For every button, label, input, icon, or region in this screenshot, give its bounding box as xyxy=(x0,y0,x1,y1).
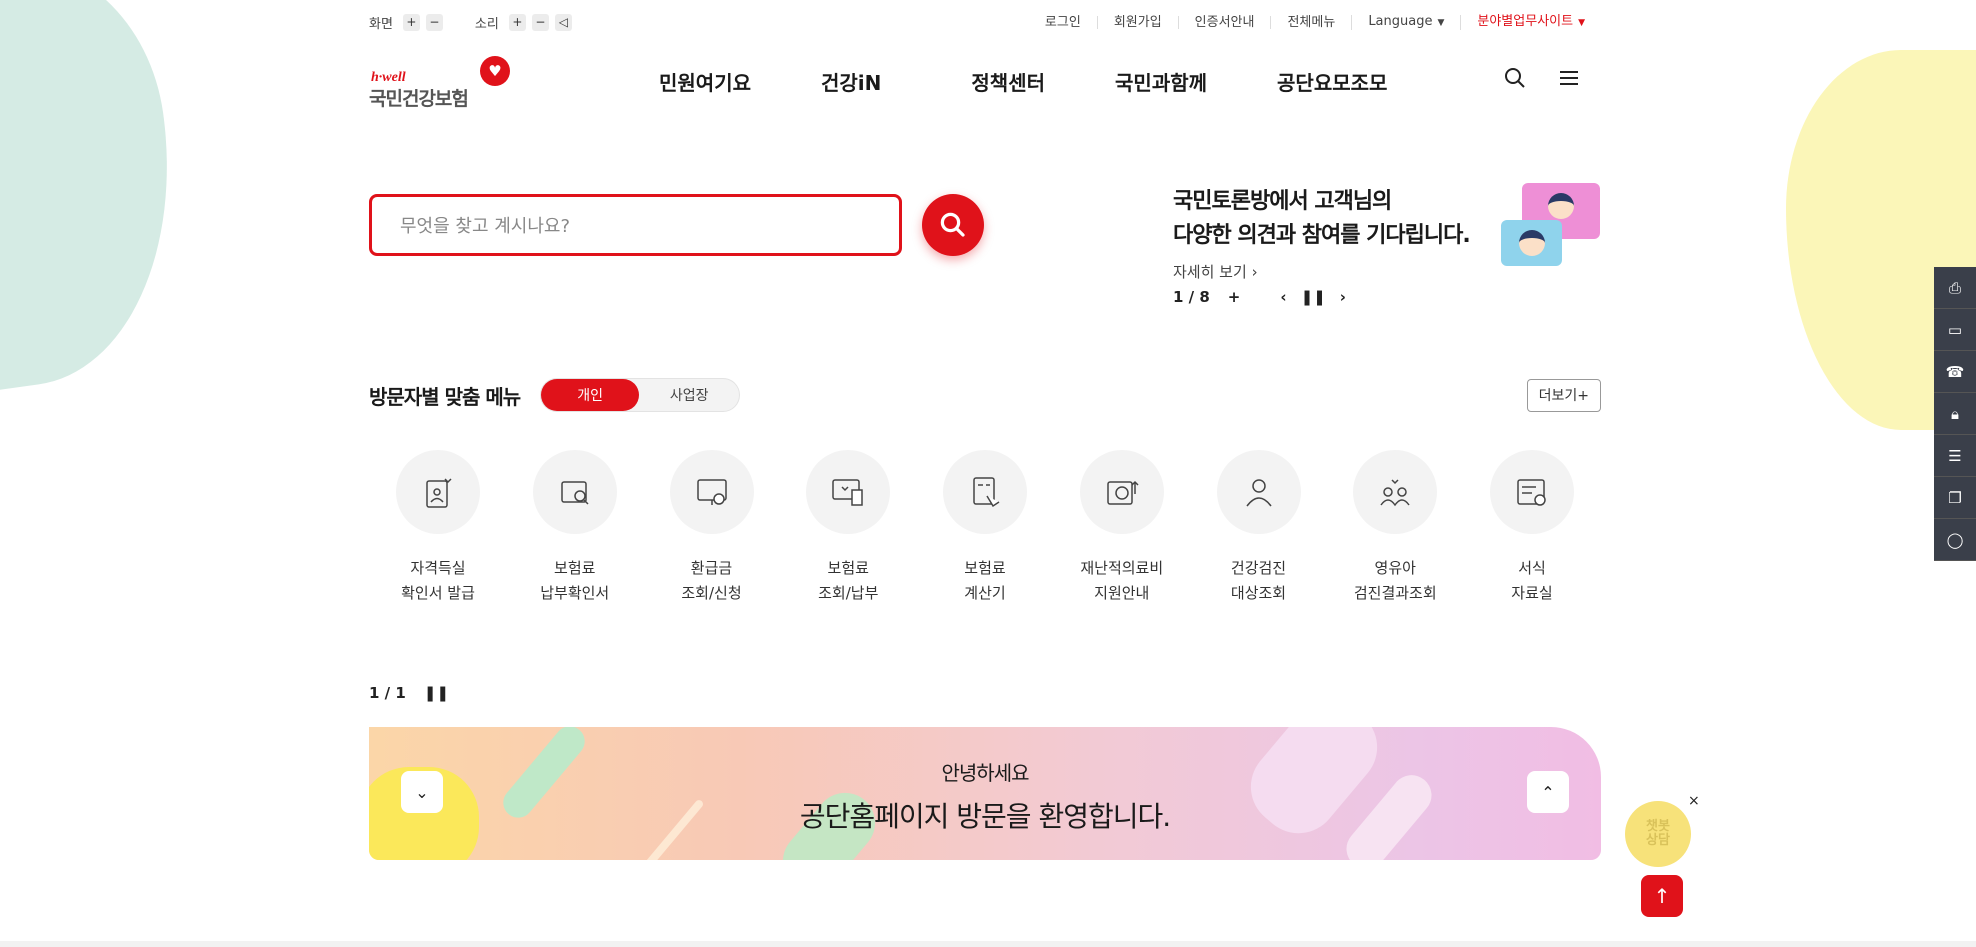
next-arrow-icon[interactable]: › xyxy=(1340,288,1346,306)
banner-line-2: 다양한 의견과 참여를 기다립니다. xyxy=(1173,223,1471,248)
monitor-won-icon xyxy=(696,479,727,505)
copy-icon[interactable]: ❐ xyxy=(1934,477,1976,519)
banner-more-link[interactable]: 자세히 보기 › xyxy=(1173,261,1470,282)
document-icon[interactable]: ☰ xyxy=(1934,435,1976,477)
search-input[interactable]: 무엇을 찾고 계시나요? xyxy=(369,194,902,256)
document-search-icon xyxy=(561,481,589,505)
search-icon[interactable] xyxy=(1503,66,1527,96)
pause-icon[interactable]: ❚❚ xyxy=(1301,288,1326,306)
chat-bubble-icon[interactable]: ◯ xyxy=(1934,519,1976,561)
quick-item-label: 재난적의료비 지원안내 xyxy=(1080,559,1164,602)
signup-link[interactable]: 회원가입 xyxy=(1096,15,1178,29)
quick-item-checkup-target[interactable]: 건강검진 대상조회 xyxy=(1204,450,1314,606)
login-link[interactable]: 로그인 xyxy=(1029,16,1097,29)
monitor-heart-receipt-icon xyxy=(832,479,863,506)
quick-item-payment-cert[interactable]: 보험료 납부확인서 xyxy=(520,450,630,606)
popup-message: 공단홈페이지 방문을 환영합니다. xyxy=(799,800,1171,833)
monitor-icon[interactable]: ▭ xyxy=(1934,309,1976,351)
certificate-guide-link[interactable]: 인증서안내 xyxy=(1177,15,1271,29)
popup-zone-controls: 1 / 1 ❚❚ xyxy=(369,684,1601,702)
quick-item-forms-library[interactable]: 서식 자료실 xyxy=(1477,450,1587,606)
quick-item-premium-calculator[interactable]: 보험료 계산기 xyxy=(930,450,1040,606)
main-nav: 민원여기요 건강iN 정책센터 국민과함께 공단요모조모 xyxy=(659,67,1457,96)
banner-line-1: 국민토론방에서 고객님의 xyxy=(1173,189,1392,214)
chatbot-close-icon[interactable]: × xyxy=(1688,793,1700,809)
side-quick-bar: ⎙ ▭ ☎ 🔒︎ ☰ ❐ ◯ xyxy=(1934,267,1976,561)
caret-down-icon: ▼ xyxy=(1578,17,1585,28)
person-search-icon xyxy=(1245,479,1272,507)
quick-menu: 자격득실 확인서 발급 보험료 납부확인서 환급금 조회/신청 보험료 조회/납… xyxy=(369,450,1601,606)
language-select[interactable]: Language ▼ xyxy=(1351,14,1460,30)
form-check-icon xyxy=(1517,479,1546,506)
quick-item-premium-lookup[interactable]: 보험료 조회/납부 xyxy=(793,450,903,606)
sitemap-link[interactable]: 전체메뉴 xyxy=(1270,15,1351,29)
quick-item-label: 보험료 조회/납부 xyxy=(818,559,879,602)
popup-pager: 1 / 1 xyxy=(369,684,406,702)
chevron-up-icon[interactable]: ⌃ xyxy=(1527,771,1569,813)
lock-icon[interactable]: 🔒︎ xyxy=(1934,393,1976,435)
nav-item-health-in[interactable]: 건강iN xyxy=(821,67,881,96)
caret-down-icon: ▼ xyxy=(1437,17,1445,28)
volume-up-button[interactable]: + xyxy=(508,13,526,31)
quick-item-label: 건강검진 대상조회 xyxy=(1230,559,1287,602)
hamburger-menu-icon[interactable] xyxy=(1557,66,1581,96)
volume-down-button[interactable]: − xyxy=(531,13,549,31)
zoom-out-button[interactable]: − xyxy=(425,13,443,31)
tab-business[interactable]: 사업장 xyxy=(639,379,739,411)
nav-item-with-citizens[interactable]: 국민과함께 xyxy=(1115,67,1207,96)
chevron-down-icon[interactable]: ⌄ xyxy=(401,771,443,813)
pause-icon[interactable]: ❚❚ xyxy=(424,684,449,702)
quick-item-label: 보험료 계산기 xyxy=(964,559,1006,602)
decorative-blob-left xyxy=(0,0,199,394)
wallet-won-icon xyxy=(1107,480,1139,505)
speaker-icon[interactable]: ◁ xyxy=(554,13,572,31)
banner-pager: 1 / 8 xyxy=(1173,288,1210,306)
quick-item-eligibility-cert[interactable]: 자격득실 확인서 발급 xyxy=(383,450,493,606)
quick-item-label: 영유아 검진결과조회 xyxy=(1353,559,1437,602)
sound-label: 소리 xyxy=(474,16,499,32)
zoom-in-button[interactable]: + xyxy=(402,13,420,31)
more-button[interactable]: 더보기+ xyxy=(1526,378,1601,412)
nav-item-about-corp[interactable]: 공단요모조모 xyxy=(1277,67,1387,96)
nav-item-civil-service[interactable]: 민원여기요 xyxy=(659,67,751,96)
quick-item-label: 서식 자료실 xyxy=(1511,559,1553,602)
prev-arrow-icon[interactable]: ‹ xyxy=(1280,288,1286,306)
footer-divider xyxy=(0,941,1976,947)
search-submit-button[interactable] xyxy=(922,194,984,256)
search-icon xyxy=(940,212,965,237)
quick-item-label: 보험료 납부확인서 xyxy=(540,559,610,602)
visitor-type-toggle: 개인 사업장 xyxy=(540,378,741,412)
document-issue-icon[interactable]: ⎙ xyxy=(1934,267,1976,309)
phone-icon[interactable]: ☎ xyxy=(1934,351,1976,393)
illustration-person-blue xyxy=(1501,220,1562,266)
business-sites-select[interactable]: 분야별업무사이트 ▼ xyxy=(1460,14,1601,30)
main-header: h·well 국민건강보험 ♥ 민원여기요 건강iN 정책센터 국민과함께 공단… xyxy=(369,50,1601,112)
scroll-to-top-button[interactable]: ↑ xyxy=(1641,875,1683,917)
popup-zone-banner: 안녕하세요 공단홈페이지 방문을 환영합니다. ⌄ ⌃ xyxy=(369,727,1601,860)
screen-zoom-label: 화면 xyxy=(369,16,393,32)
id-card-heart-icon xyxy=(426,478,452,508)
calculator-hand-icon xyxy=(973,477,1000,508)
popup-greeting: 안녕하세요 xyxy=(941,761,1030,785)
chevron-right-icon: › xyxy=(1251,263,1258,281)
logo-name: 국민건강보험 xyxy=(369,88,469,110)
visitor-menu-header: 방문자별 맞춤 메뉴 개인 사업장 더보기+ xyxy=(369,378,1601,412)
parent-child-heart-icon xyxy=(1380,479,1410,507)
promo-banner: 국민토론방에서 고객님의 다양한 의견과 참여를 기다립니다. 자세히 보기 ›… xyxy=(1173,185,1471,306)
visitor-menu-title: 방문자별 맞춤 메뉴 xyxy=(369,384,521,409)
plus-icon[interactable]: + xyxy=(1228,288,1241,306)
quick-item-disaster-medical[interactable]: 재난적의료비 지원안내 xyxy=(1067,450,1177,606)
quick-item-refund[interactable]: 환급금 조회/신청 xyxy=(657,450,767,606)
nav-item-policy-center[interactable]: 정책센터 xyxy=(971,67,1045,96)
quick-item-label: 환급금 조회/신청 xyxy=(681,559,742,602)
heart-logo-icon: ♥ xyxy=(480,56,510,86)
utility-bar: 화면 + − 소리 + − ◁ 로그인 회원가입 인증서안내 전체메뉴 Lang… xyxy=(369,12,1601,32)
quick-item-label: 자격득실 확인서 발급 xyxy=(401,559,475,602)
tab-personal[interactable]: 개인 xyxy=(541,379,640,411)
quick-item-infant-checkup[interactable]: 영유아 검진결과조회 xyxy=(1340,450,1450,606)
chatbot-button[interactable]: 챗봇 상담 xyxy=(1625,801,1691,867)
site-logo[interactable]: h·well 국민건강보험 ♥ xyxy=(369,52,519,110)
